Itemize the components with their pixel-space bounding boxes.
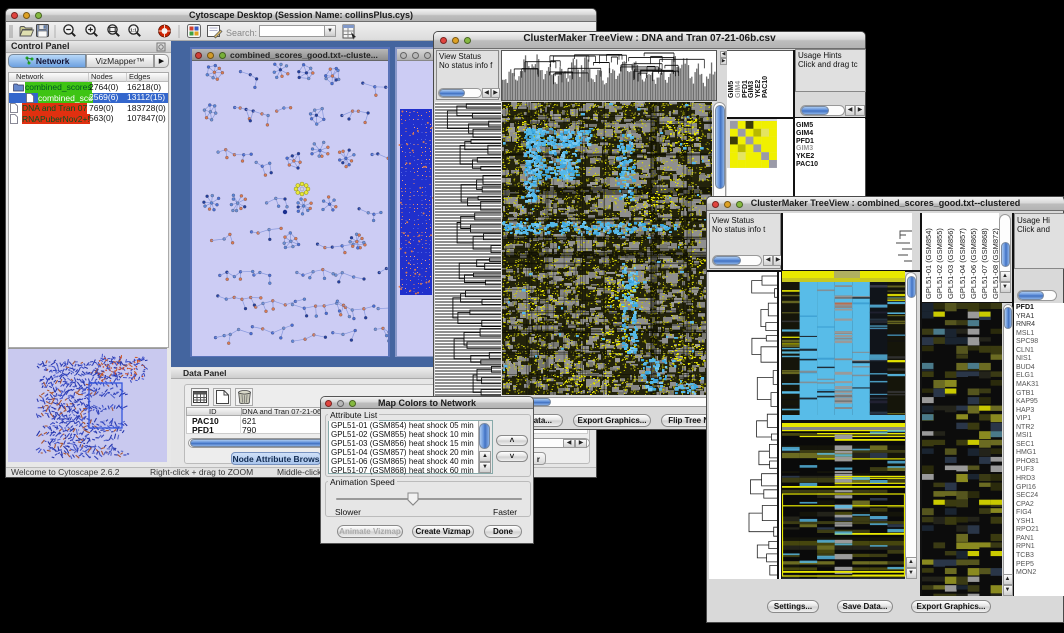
svg-text:1:1: 1:1: [130, 27, 137, 32]
